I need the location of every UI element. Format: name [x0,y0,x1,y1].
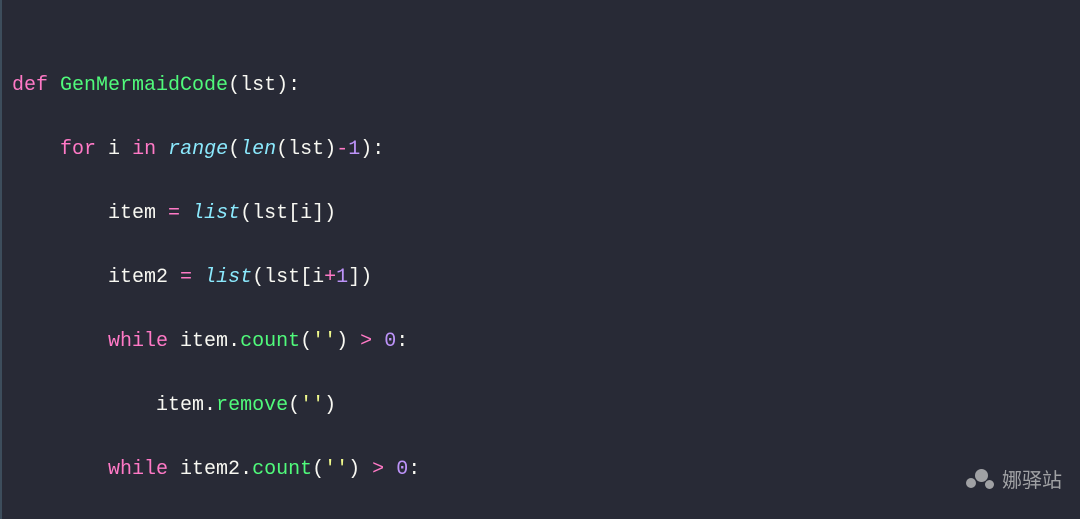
code-line: for i in range(len(lst)-1): [12,134,1080,166]
keyword-in: in [132,138,156,161]
keyword-while: while [108,330,168,353]
builtin-range: range [168,138,228,161]
method-remove: remove [216,394,288,417]
code-line: while item2.count('') > 0: [12,454,1080,486]
code-line: item = list(lst[i]) [12,198,1080,230]
code-line: while item.count('') > 0: [12,326,1080,358]
code-line: def GenMermaidCode(lst): [12,70,1080,102]
keyword-for: for [60,138,96,161]
method-count: count [240,330,300,353]
builtin-list: list [192,202,240,225]
code-editor[interactable]: def GenMermaidCode(lst): for i in range(… [0,0,1080,519]
keyword-def: def [12,74,48,97]
builtin-len: len [240,138,276,161]
param-lst: lst [240,74,276,97]
function-name: GenMermaidCode [60,74,228,97]
code-line: item.remove('') [12,390,1080,422]
code-line: item2 = list(lst[i+1]) [12,262,1080,294]
